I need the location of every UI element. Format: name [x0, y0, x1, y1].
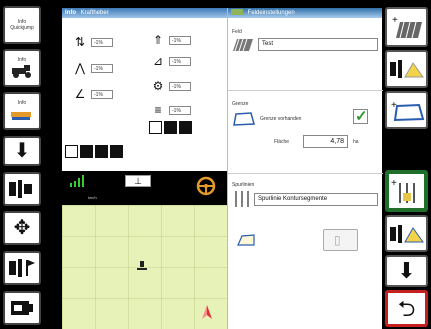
- track-line-icon: [235, 191, 249, 207]
- hydraulic-right-row-3[interactable]: ⚙ -1%: [150, 79, 191, 93]
- area-value: 4,78: [303, 135, 348, 148]
- hydraulic-value: -1%: [169, 81, 191, 91]
- hydraulic-left-row-2[interactable]: ⋀ -1%: [72, 61, 113, 75]
- draft-icon: ⋀: [75, 61, 85, 75]
- terminal-icon: [11, 301, 33, 315]
- steering-wheel-icon[interactable]: [196, 176, 216, 196]
- field-icon: [233, 39, 253, 51]
- new-field-button[interactable]: +: [385, 7, 428, 47]
- new-boundary-button[interactable]: +: [385, 91, 428, 129]
- new-track-icon: +: [391, 178, 415, 203]
- speed-unit: km/h: [88, 195, 97, 200]
- move-icon: ✥: [13, 217, 31, 239]
- tractor-implement-icon: [9, 180, 32, 198]
- tractor-flag-button[interactable]: [3, 251, 41, 285]
- field-map[interactable]: [62, 205, 227, 329]
- implement-icon: ⚙: [152, 79, 164, 93]
- svg-text:+: +: [392, 15, 398, 26]
- new-boundary-icon: +: [391, 100, 424, 122]
- boundary-icon: [233, 112, 255, 126]
- tractor-boundary-button[interactable]: [385, 50, 428, 88]
- divider: [228, 90, 383, 91]
- divider: [228, 173, 383, 174]
- arrow-down-button[interactable]: ⬇: [3, 136, 41, 166]
- move-button[interactable]: ✥: [3, 211, 41, 245]
- track-label: Spurlinien: [232, 182, 255, 188]
- arrow-down-icon: ⬇: [397, 258, 416, 283]
- return-arrow-icon: ⮌: [397, 295, 416, 321]
- scroll-down-button[interactable]: ⬇: [385, 255, 428, 287]
- valve-slot[interactable]: [179, 121, 192, 134]
- area-unit: ha: [353, 139, 359, 145]
- field-settings-icon: [231, 9, 243, 16]
- track-edit-icon: ▯: [334, 233, 341, 247]
- tractor-marker-icon: [137, 261, 147, 270]
- arrow-down-icon: ⬇: [13, 140, 31, 162]
- valve-slot[interactable]: [164, 121, 177, 134]
- hitch-icon: ⊿: [152, 54, 164, 68]
- tractor-track-button[interactable]: [385, 215, 428, 252]
- back-button[interactable]: ⮌: [385, 290, 428, 327]
- screen: Info Quickjump Info Info ⬇ ✥ Info Krafth…: [0, 0, 431, 329]
- tractor-center-button[interactable]: ⊥: [125, 175, 151, 187]
- info-badge: Info: [65, 10, 76, 16]
- hydraulic-right-row-4[interactable]: ≡ -1%: [150, 103, 191, 117]
- field-settings-title-bar: Feldeinstellungen: [228, 8, 382, 18]
- hydraulic-left-row-1[interactable]: ⇅ -1%: [72, 35, 113, 49]
- hydraulic-value: -1%: [91, 37, 113, 47]
- valve-icon: ≡: [154, 103, 162, 117]
- new-field-icon: +: [392, 15, 422, 39]
- hydraulic-right-row-1[interactable]: ⇑ -1%: [150, 33, 191, 47]
- valve-slot[interactable]: [95, 145, 108, 158]
- svg-text:+: +: [391, 178, 397, 189]
- hydraulic-value: -1%: [91, 89, 113, 99]
- boundary-label: Grenze: [232, 101, 249, 107]
- new-track-button[interactable]: +: [385, 170, 428, 212]
- field-settings-title: Feldeinstellungen: [247, 10, 295, 16]
- map-status-strip: km/h ⊥: [62, 171, 227, 205]
- hydraulic-left-row-3[interactable]: ∠ -1%: [72, 87, 113, 101]
- implement-info-button[interactable]: Info: [3, 92, 41, 130]
- lift-icon: ⇑: [152, 33, 164, 47]
- field-name-input[interactable]: Test: [258, 38, 378, 51]
- hydraulic-value: -1%: [91, 63, 113, 73]
- field-settings-panel: Feldeinstellungen Feld Test Grenze Grenz…: [227, 8, 383, 329]
- hydraulic-value: -1%: [169, 35, 191, 45]
- terminal-button[interactable]: [3, 291, 41, 325]
- valve-slot[interactable]: [110, 145, 123, 158]
- valve-selector-icon[interactable]: [149, 121, 162, 134]
- area-label: Fläche: [274, 139, 290, 145]
- implement-info-icon: [11, 112, 31, 120]
- track-shape-icon: [237, 234, 255, 246]
- hydraulics-title: Kraftheber: [80, 10, 109, 16]
- tractor-position-icon: ⊥: [134, 176, 142, 186]
- boundary-exists-label: Grenze vorhanden: [260, 116, 302, 122]
- tractor-info-icon: [12, 65, 31, 78]
- tractor-track-icon: [389, 224, 424, 243]
- valve-selector-icon[interactable]: [65, 145, 78, 158]
- lift-height-icon: ⇅: [74, 35, 86, 49]
- north-arrow-icon: [202, 305, 212, 319]
- tractor-flag-icon: [9, 259, 35, 277]
- boundary-checkbox[interactable]: ✓: [353, 108, 368, 125]
- field-label: Feld: [232, 29, 242, 35]
- track-line-select[interactable]: Spurlinie Kontursegmente: [254, 193, 378, 206]
- tractor-implement-button[interactable]: [3, 172, 41, 206]
- hydraulic-value: -1%: [169, 56, 191, 66]
- depth-icon: ∠: [74, 87, 86, 101]
- hydraulics-panel: Info Kraftheber ⇅ -1% ⋀ -1% ∠ -1% ⇑ -1% …: [62, 8, 227, 171]
- signal-icon: [70, 175, 84, 187]
- tractor-info-button[interactable]: Info: [3, 49, 41, 87]
- hydraulic-value: -1%: [169, 105, 191, 115]
- track-edit-button[interactable]: ▯: [323, 229, 358, 251]
- info-quickjump-button[interactable]: Info Quickjump: [3, 6, 41, 44]
- hydraulics-title-bar: Info Kraftheber: [62, 8, 227, 18]
- hydraulic-right-row-2[interactable]: ⊿ -1%: [150, 54, 191, 68]
- quickjump-label: Quickjump: [10, 25, 34, 31]
- empty-softkey: [385, 131, 428, 167]
- check-icon: ✓: [355, 108, 368, 125]
- tractor-boundary-icon: [389, 60, 424, 78]
- valve-slot[interactable]: [80, 145, 93, 158]
